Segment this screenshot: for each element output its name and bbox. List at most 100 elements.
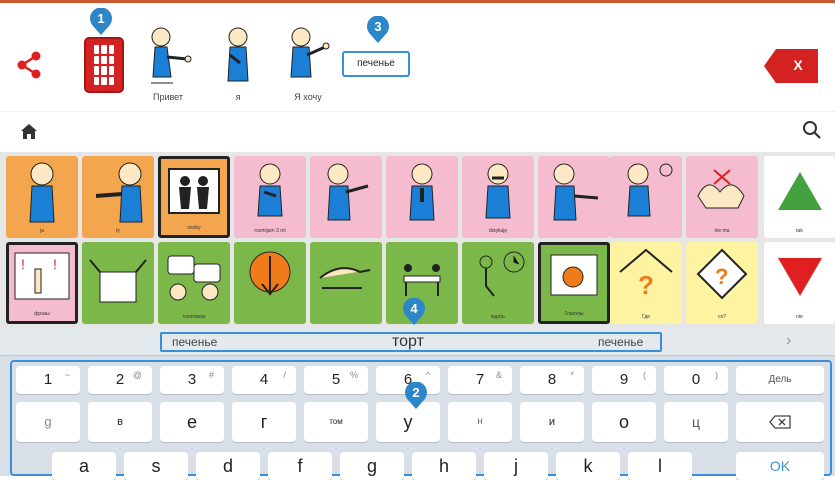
key-row2-10[interactable]: ц xyxy=(664,402,728,442)
person-waiting-clock-icon xyxy=(479,251,525,297)
callout-badge-4: 4 xyxy=(402,298,426,326)
key-1[interactable]: 1 ~ xyxy=(16,366,80,394)
chevron-right-icon[interactable]: › xyxy=(786,332,791,350)
keyboard: 1 ~ 2 @ 3 # 4/ 5% 6 ^ 7 & 8 * 9( 0) Дель g в е… xyxy=(10,360,832,480)
grid-cell-label: ждать xyxy=(491,314,505,320)
grid-cell-label: co? xyxy=(717,314,727,320)
grid-cell-label: dziękuję xyxy=(488,228,508,234)
sentence-word-label: я xyxy=(235,92,241,102)
key-9[interactable]: 9( xyxy=(592,366,656,394)
share-icon[interactable] xyxy=(16,51,42,84)
grid-folder-osoby[interactable]: osoby xyxy=(158,156,230,238)
callout-badge-1: 1 xyxy=(89,8,113,36)
person-self-icon xyxy=(29,162,55,223)
empty-hands-icon xyxy=(697,169,745,209)
person-want-icon xyxy=(290,27,330,78)
home-icon[interactable] xyxy=(20,123,38,145)
svg-text:?: ? xyxy=(715,264,728,289)
grid-cell-down[interactable] xyxy=(234,242,306,324)
question-roof-icon: ? xyxy=(619,248,673,300)
person-offering-icon xyxy=(553,163,599,221)
grid-cell-give[interactable] xyxy=(310,242,382,324)
grid-folder-verbs[interactable]: Глаголы xyxy=(538,242,610,324)
sentence-word-label: Привет xyxy=(152,92,183,102)
delete-key[interactable]: Дель xyxy=(736,366,824,394)
grid-cell-5[interactable] xyxy=(310,156,382,238)
down-arrow-circle-icon xyxy=(249,251,291,296)
backspace-key[interactable] xyxy=(736,402,824,442)
key-7[interactable]: 7 & xyxy=(448,366,512,394)
key-row2-5[interactable]: том xyxy=(304,402,368,442)
sentence-word-label: Я хочу xyxy=(294,92,322,102)
svg-text:!: ! xyxy=(53,256,57,272)
search-icon[interactable] xyxy=(802,120,822,145)
grid-cell-label: rozmijam 3 ml xyxy=(254,228,286,234)
backspace-icon xyxy=(769,415,791,429)
sentence-word-privet[interactable]: Привет xyxy=(138,25,198,102)
grid-folder-phrases[interactable]: !! фразы xyxy=(6,242,78,324)
conversation-icon xyxy=(167,255,221,301)
green-up-triangle-icon xyxy=(778,172,822,210)
board-button[interactable] xyxy=(84,37,124,93)
person-sun-icon xyxy=(627,163,673,217)
person-praying-icon xyxy=(409,163,435,221)
grid-cell-label: Где xyxy=(641,314,651,320)
key-row2-1[interactable]: g xyxy=(16,402,80,442)
key-3[interactable]: 3 # xyxy=(160,366,224,394)
key-row2-8[interactable]: и xyxy=(520,402,584,442)
grid-cell-label: ja xyxy=(40,228,44,234)
grid-cell-nie[interactable]: nie xyxy=(764,242,835,324)
grid-cell-rozmowas[interactable]: rozmowas xyxy=(158,242,230,324)
key-row2-3[interactable]: е xyxy=(160,402,224,442)
people-folder-icon xyxy=(168,168,220,214)
key-row2-7[interactable]: н xyxy=(448,402,512,442)
grid-cell-9[interactable] xyxy=(610,156,682,238)
grid-cell-6[interactable] xyxy=(386,156,458,238)
key-0[interactable]: 0) xyxy=(664,366,728,394)
verbs-folder-icon xyxy=(550,254,598,296)
sentence-word-ya[interactable]: я xyxy=(218,25,258,102)
suggestion-center[interactable]: торт xyxy=(392,333,424,351)
grid-cell-label: nie xyxy=(796,314,803,320)
delete-button[interactable]: X xyxy=(762,47,820,85)
callout-badge-3: 3 xyxy=(366,16,390,44)
svg-text:!: ! xyxy=(21,256,25,272)
grid-cell-label: Глаголы xyxy=(564,311,584,317)
grid-cell-label: rozmowas xyxy=(182,314,206,320)
suggestion-left[interactable]: печенье xyxy=(172,335,217,349)
grid-cell-open-box[interactable] xyxy=(82,242,154,324)
grid-cell-ty[interactable]: ty xyxy=(82,156,154,238)
grid-cell-nie-ma[interactable]: nie ma xyxy=(686,156,758,238)
grid-cell-label: фразы xyxy=(34,311,50,317)
header: 1 Привет я Я хочу печенье 3 X xyxy=(0,3,835,111)
sentence-word-ya-hochu[interactable]: Я хочу xyxy=(280,25,336,102)
delete-label: X xyxy=(793,57,803,73)
grid-cell-tak[interactable]: tak xyxy=(764,156,835,238)
person-pointing-icon xyxy=(95,162,143,223)
open-box-icon xyxy=(89,259,147,303)
suggestion-right[interactable]: печенье xyxy=(598,335,643,349)
grid-cell-label: ty xyxy=(116,228,120,234)
key-row2-9[interactable]: о xyxy=(592,402,656,442)
svg-text:?: ? xyxy=(638,270,654,300)
key-5[interactable]: 5% xyxy=(304,366,368,394)
grid-cell-label: osoby xyxy=(187,225,201,231)
board-grid-icon xyxy=(94,45,114,85)
grid-cell-label: tak xyxy=(796,228,803,234)
grid-cell-label: nie ma xyxy=(714,228,730,234)
person-self-icon xyxy=(227,27,249,82)
grid-cell-wait[interactable]: ждать xyxy=(462,242,534,324)
key-row2-4[interactable]: г xyxy=(232,402,296,442)
sentence-text-box[interactable]: печенье xyxy=(342,51,410,77)
key-4[interactable]: 4/ xyxy=(232,366,296,394)
grid-cell-dziekuje[interactable]: dziękuję xyxy=(462,156,534,238)
person-reaching-icon xyxy=(327,163,369,221)
grid-cell-what[interactable]: ? co? xyxy=(686,242,758,324)
grid-cell-8[interactable] xyxy=(538,156,610,238)
grid-cell-where[interactable]: ? Где xyxy=(610,242,682,324)
grid-cell-ja[interactable]: ja xyxy=(6,156,78,238)
key-2[interactable]: 2 @ xyxy=(88,366,152,394)
key-8[interactable]: 8 * xyxy=(520,366,584,394)
grid-cell-rozmijam[interactable]: rozmijam 3 ml xyxy=(234,156,306,238)
key-row2-2[interactable]: в xyxy=(88,402,152,442)
